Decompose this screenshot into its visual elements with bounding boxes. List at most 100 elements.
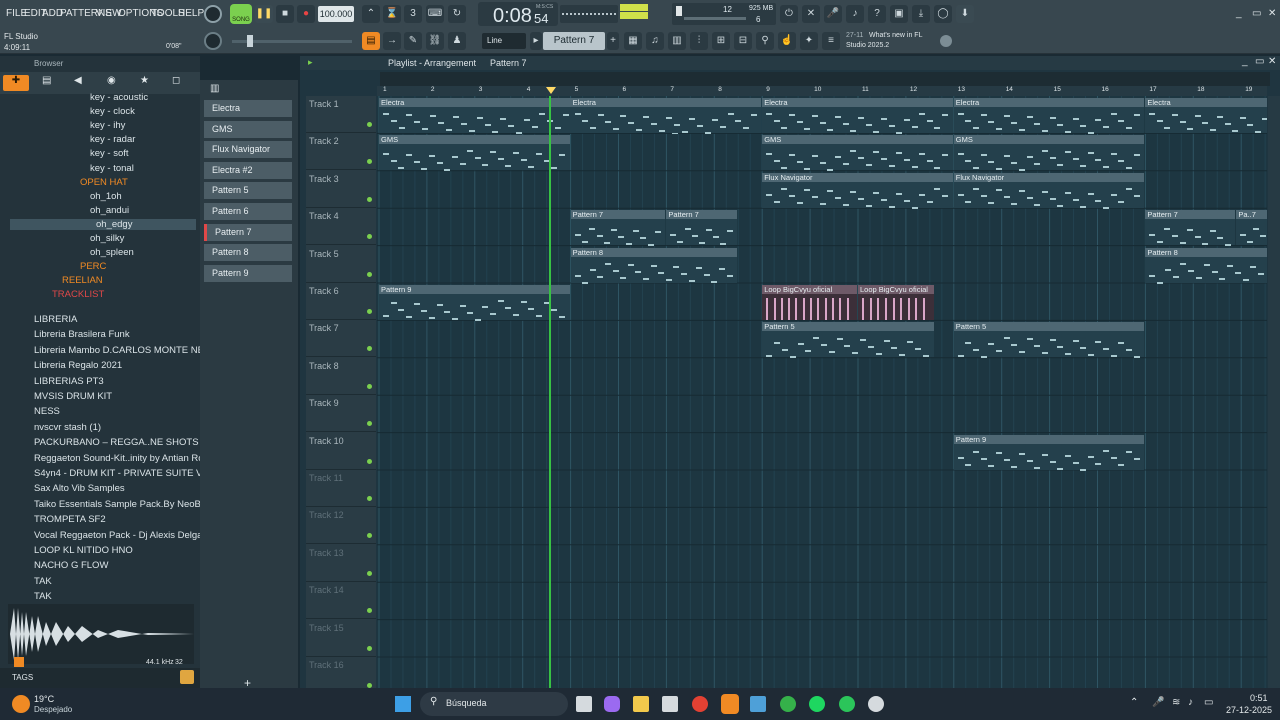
browser-item[interactable]: Reggaeton Sound-Kit..inity by Antian Ros… xyxy=(34,453,214,464)
tempo-display[interactable]: 100.000 xyxy=(318,6,354,22)
channel-button[interactable]: Pattern 6 xyxy=(204,203,292,220)
browser-item[interactable]: TAK xyxy=(34,591,52,602)
clock-date[interactable]: 27-12-2025 xyxy=(1226,705,1272,715)
plugin-icon[interactable]: ⚲ xyxy=(756,32,774,50)
record-button[interactable]: ● xyxy=(297,5,315,23)
browser-item[interactable]: TROMPETA SF2 xyxy=(34,514,106,525)
channel-button[interactable]: Pattern 5 xyxy=(204,182,292,200)
playlist-clip[interactable]: Loop BigCvyu oficial xyxy=(762,285,857,320)
whatsapp-icon[interactable] xyxy=(839,696,855,712)
track-mute-led[interactable] xyxy=(367,458,372,464)
pitch-knob[interactable] xyxy=(204,32,222,50)
preview-play-icon[interactable] xyxy=(14,657,24,667)
news-arrow-icon[interactable] xyxy=(940,35,952,47)
playlist-clip[interactable]: Pattern 5 xyxy=(762,322,934,359)
browser-item[interactable]: key - soft xyxy=(90,148,129,159)
browser-tab-sounds-icon[interactable]: ◉ xyxy=(107,75,116,86)
browser-item[interactable]: key - ihy xyxy=(90,120,125,131)
browser-tab-plugins-icon[interactable]: ◀ xyxy=(74,75,82,86)
playlist-overview[interactable] xyxy=(380,72,1270,86)
panic-icon[interactable]: ⏻ xyxy=(780,5,798,23)
playhead-marker-icon[interactable] xyxy=(546,87,556,94)
playlist-icon[interactable]: ▦ xyxy=(624,32,642,50)
weather-icon[interactable] xyxy=(12,695,30,713)
track-mute-led[interactable] xyxy=(367,570,372,576)
playlist-clip[interactable]: Loop BigCvyu oficial xyxy=(858,285,934,320)
news-text-1[interactable]: What's new in FL xyxy=(869,32,922,39)
mixer-icon[interactable]: ⫶ xyxy=(690,32,708,50)
mic-icon[interactable]: 🎤 xyxy=(1152,697,1164,708)
microphone-icon[interactable]: 🎤 xyxy=(824,5,842,23)
photos-icon[interactable] xyxy=(750,696,766,712)
track-header[interactable]: Track 4 xyxy=(306,208,376,246)
track-header[interactable]: Track 3 xyxy=(306,171,376,208)
playhead[interactable] xyxy=(549,96,551,688)
browser-item[interactable]: key - tonal xyxy=(90,163,134,174)
channel-rack-icon[interactable]: ▥ xyxy=(668,32,686,50)
store-icon[interactable] xyxy=(662,696,678,712)
clock-time[interactable]: 0:51 xyxy=(1250,693,1268,703)
track-header[interactable]: Track 8 xyxy=(306,358,376,395)
playlist-clip[interactable]: Pattern 8 xyxy=(570,247,738,284)
track-header[interactable]: Track 10 xyxy=(306,433,376,470)
volume-icon[interactable]: ♪ xyxy=(1188,697,1193,708)
track-mute-led[interactable] xyxy=(367,608,372,614)
minimize-button[interactable]: _ xyxy=(1236,8,1242,19)
pattern-select[interactable]: Pattern 7 xyxy=(543,32,605,50)
browser-item[interactable]: Vocal Reggaeton Pack - Dj Alexis Delgado xyxy=(34,530,213,541)
browser-icon[interactable]: ⊟ xyxy=(734,32,752,50)
track-mute-led[interactable] xyxy=(367,346,372,352)
track-header[interactable]: Track 7 xyxy=(306,320,376,358)
browser-item[interactable]: oh_andui xyxy=(90,205,129,216)
playlist-clip[interactable]: Pattern 5 xyxy=(953,322,1145,359)
track-mute-led[interactable] xyxy=(367,533,372,539)
pattern-prev-icon[interactable]: ▸ xyxy=(530,32,542,50)
channel-button[interactable]: Pattern 9 xyxy=(204,264,292,282)
browser-item[interactable]: PERC xyxy=(80,261,106,272)
browser-item[interactable]: key - acoustic xyxy=(90,92,148,103)
channel-rack-icon-small[interactable]: ▥ xyxy=(210,83,219,94)
touch-icon[interactable]: ☝ xyxy=(778,32,796,50)
browser-item[interactable]: oh_1oh xyxy=(90,191,122,202)
browser-item[interactable]: REELIAN xyxy=(62,275,103,286)
playlist-clip[interactable]: Pattern 7 xyxy=(1145,210,1236,247)
battery-icon[interactable]: ▭ xyxy=(1204,697,1213,708)
browser-item[interactable]: oh_silky xyxy=(90,233,124,244)
playlist-clip[interactable]: Flux Navigator xyxy=(762,172,953,209)
track-mute-led[interactable] xyxy=(367,383,372,389)
browser-item[interactable]: key - radar xyxy=(90,134,135,145)
track-header[interactable]: Track 12 xyxy=(306,507,376,545)
track-mute-led[interactable] xyxy=(367,196,372,202)
playlist-maximize[interactable]: ▭ xyxy=(1255,56,1264,67)
channel-button[interactable]: Electra xyxy=(204,100,292,117)
browser-item[interactable]: TAK xyxy=(34,576,52,587)
wifi-icon[interactable]: ≋ xyxy=(1172,697,1180,708)
playlist-clip[interactable]: Pattern 7 xyxy=(666,210,738,246)
link-icon[interactable]: ⛓ xyxy=(426,32,444,50)
time-display[interactable]: 0:08 M:S:CS 54 xyxy=(478,2,558,27)
countdown-icon[interactable]: 3 xyxy=(404,5,422,23)
pattern-add-icon[interactable]: + xyxy=(607,32,619,50)
track-header[interactable]: Track 2 xyxy=(306,133,376,171)
playlist-clip[interactable]: Pattern 7 xyxy=(570,210,666,247)
playlist-clip[interactable]: GMS xyxy=(762,135,953,172)
metronome-icon[interactable]: ⌃ xyxy=(362,5,380,23)
news-icon[interactable]: ≡ xyxy=(822,32,840,50)
taskbar-search[interactable]: ⚲ Búsqueda xyxy=(420,692,568,716)
browser-item[interactable]: NACHO G FLOW xyxy=(34,560,108,571)
track-header[interactable]: Track 6 xyxy=(306,283,376,320)
channel-button[interactable]: GMS xyxy=(204,120,292,138)
vertical-scrollbar[interactable] xyxy=(1268,96,1280,688)
browser-tab-folder-icon[interactable]: ◻ xyxy=(172,75,180,86)
playlist-clip[interactable]: Pattern 9 xyxy=(953,434,1145,471)
chat-icon[interactable]: ◯ xyxy=(934,5,952,23)
tray-chevron-icon[interactable]: ⌃ xyxy=(1130,697,1138,708)
playlist-close[interactable]: ✕ xyxy=(1268,56,1276,67)
playlist-clip[interactable]: Electra xyxy=(762,98,953,134)
pause-button[interactable]: ❚❚ xyxy=(255,5,273,23)
spotify-icon[interactable] xyxy=(809,696,825,712)
channel-button[interactable]: Electra #2 xyxy=(204,161,292,179)
save-icon[interactable]: ▣ xyxy=(890,5,908,23)
file-explorer-icon[interactable] xyxy=(633,696,649,712)
snap-icon[interactable]: ▤ xyxy=(362,32,380,50)
